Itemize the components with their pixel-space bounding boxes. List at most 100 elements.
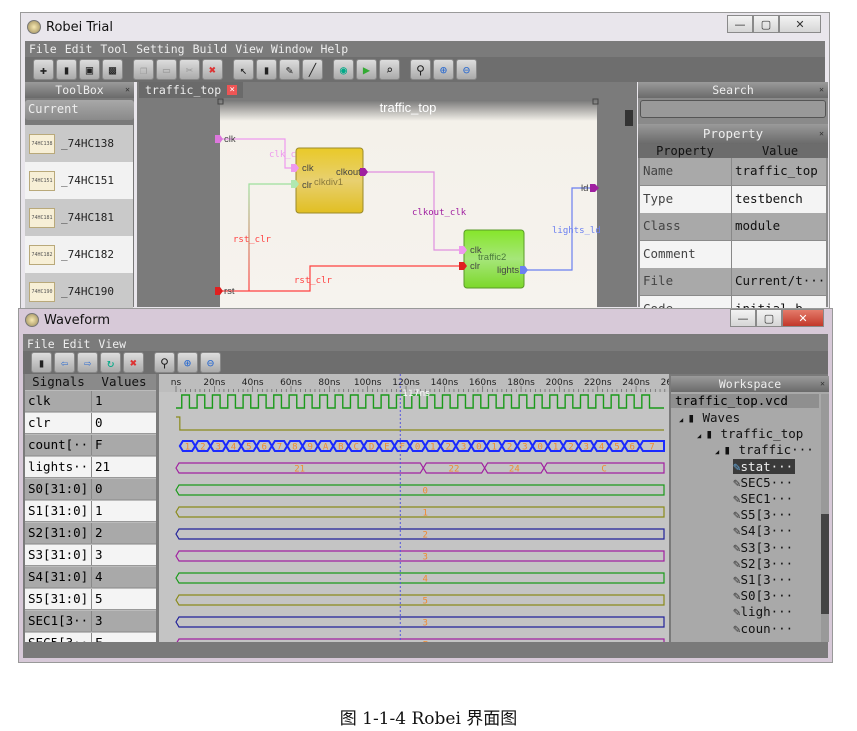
workspace-tree-item[interactable]: ✎S5[3··· [733, 507, 793, 522]
open-button[interactable]: ▮ [31, 352, 52, 373]
signal-probe-icon: ✎ [733, 474, 741, 490]
signal-row[interactable]: clk 1 [25, 391, 156, 412]
workspace-scrollbar-thumb[interactable] [821, 514, 829, 614]
signal-row[interactable]: SEC5[3···F [25, 633, 156, 642]
workspace-scrollbar[interactable] [821, 394, 829, 642]
zoom-in-icon: ⊕ [183, 355, 192, 370]
wave-count-value-label: 3 [461, 443, 466, 453]
signal-name: S3[31:0] [25, 545, 92, 565]
workspace-tree-item[interactable]: ✎S2[3··· [733, 556, 793, 571]
ruler-label: 60ns [280, 378, 302, 388]
tree-item-label: ligh··· [740, 604, 794, 620]
wave-count-value-label: 0 [415, 443, 420, 453]
ruler-label: ns [171, 378, 182, 388]
tree-item-label: S5[3··· [740, 507, 794, 523]
zoom-out-icon: ⊖ [206, 355, 215, 370]
canvas-sheet [220, 100, 597, 310]
signal-row[interactable]: S5[31:0] 5 [25, 589, 156, 610]
wave-count-value-label: 1 [553, 443, 558, 453]
signal-value: 1 [95, 393, 103, 408]
workspace-tree-item[interactable]: ◢ ▮ traffic··· [715, 442, 814, 457]
signal-row[interactable]: S0[31:0] 0 [25, 479, 156, 500]
schematic-title: traffic_top [380, 100, 437, 115]
workspace-tree-item[interactable]: ◢ ▮ traffic_top [697, 426, 803, 441]
wave-lights-value-label: C [601, 465, 606, 475]
menu-edit[interactable]: Edit [63, 337, 91, 351]
workspace-tree-item[interactable]: ✎ligh··· [733, 604, 793, 619]
workspace-tree-item[interactable]: ✎stat··· [733, 458, 796, 474]
signal-probe-icon: ✎ [733, 572, 741, 587]
wave-count-value-label: 4 [599, 443, 604, 453]
ruler-label: 180ns [507, 378, 535, 388]
wave-count-value-label: 7 [649, 443, 654, 453]
signal-value: 0 [95, 481, 103, 496]
signal-row[interactable]: count[··· F [25, 435, 156, 456]
workspace-tree-item[interactable]: ✎SEC1··· [733, 491, 793, 506]
signal-row[interactable]: S4[31:0] 4 [25, 567, 156, 588]
signal-probe-icon: ✎ [733, 620, 741, 636]
signal-row[interactable]: lights··· 21 [25, 457, 156, 478]
folder-icon: ▮ [705, 426, 721, 442]
forward-button[interactable]: ⇨ [77, 352, 98, 373]
wave-lights-value-label: 21 [294, 465, 305, 475]
port-label: clk [302, 163, 314, 174]
menu-view[interactable]: View [98, 337, 126, 351]
refresh-button[interactable]: ↻ [100, 352, 121, 373]
zoom-button[interactable]: ⚲ [154, 352, 175, 373]
workspace-tree-item[interactable]: ✎S1[3··· [733, 572, 793, 587]
tree-item-label: traffic_top [720, 426, 804, 442]
workspace-tree-item[interactable]: ◢ ▮ Waves [679, 410, 740, 425]
zoom-icon: ⚲ [160, 355, 169, 370]
ruler-label: 80ns [318, 378, 340, 388]
wire-label-clkout-clk: clkout_clk [412, 208, 467, 218]
wave-lights-value-label: 22 [449, 465, 460, 475]
signal-row[interactable]: S2[31:0] 2 [25, 523, 156, 544]
workspace-file[interactable]: traffic_top.vcd [671, 394, 819, 408]
signal-row[interactable]: S1[31:0] 1 [25, 501, 156, 522]
workspace-close-icon[interactable]: ✕ [820, 376, 825, 392]
wave-count-value-label: 3 [522, 443, 527, 453]
port-label-ld: ld [581, 183, 588, 194]
tree-item-label: S1[3··· [740, 572, 794, 587]
delete-button[interactable]: ✖ [123, 352, 144, 373]
workspace-tree-item[interactable]: ✎S4[3··· [733, 523, 793, 538]
zoom-out-button[interactable]: ⊖ [200, 352, 221, 373]
workspace-tree-item[interactable]: ✎coun··· [733, 621, 793, 636]
wave-bus-value-label: 1 [422, 509, 427, 519]
open-icon: ▮ [37, 355, 46, 370]
port-label: lights [497, 265, 519, 276]
workspace-tree-item[interactable]: ✎SEC5··· [733, 475, 793, 490]
signal-name: clk [25, 391, 92, 411]
menu-file[interactable]: File [27, 337, 55, 351]
tree-item-label: traffic··· [738, 442, 814, 458]
waveform-title-bar: Waveform — ▢ ✕ [19, 309, 832, 331]
tree-item-label: S4[3··· [740, 523, 794, 539]
wave-count-value-label: 3 [215, 443, 220, 453]
waveform-plot[interactable]: ns 20ns 40ns 60ns 80ns 100ns 120ns 140ns 160ns 18… [159, 374, 669, 642]
wave-count-value-label: 3 [584, 443, 589, 453]
wave-count-value-label: 0 [538, 443, 543, 453]
waveform-minimize-button[interactable]: — [730, 309, 756, 327]
module-name: clkdiv1 [314, 177, 343, 188]
wave-bus-value-label: 0 [422, 487, 427, 497]
values-col-header: Values [101, 374, 147, 389]
signal-value: 2 [95, 525, 103, 540]
signal-row[interactable]: SEC1[3··· 3 [25, 611, 156, 632]
ruler-label: 240ns [622, 378, 650, 388]
signal-row[interactable]: S3[31:0] 3 [25, 545, 156, 566]
folder-icon: ▮ [723, 442, 739, 458]
waveform-menubar: File Edit View [23, 336, 828, 352]
wave-count-value-label: 7 [277, 443, 282, 453]
signal-probe-icon: ✎ [733, 491, 741, 506]
back-button[interactable]: ⇦ [54, 352, 75, 373]
waveform-app-icon [25, 313, 39, 327]
workspace-tree-item[interactable]: ✎S3[3··· [733, 540, 793, 555]
waveform-close-button[interactable]: ✕ [782, 309, 824, 327]
signal-row[interactable]: clr 0 [25, 413, 156, 434]
zoom-in-button[interactable]: ⊕ [177, 352, 198, 373]
signal-value: 5 [95, 591, 103, 606]
workspace-tree-item[interactable]: ✎S0[3··· [733, 588, 793, 603]
waveform-maximize-button[interactable]: ▢ [756, 309, 782, 327]
signal-value: F [92, 633, 156, 642]
wave-count-value-label: D [369, 443, 374, 453]
